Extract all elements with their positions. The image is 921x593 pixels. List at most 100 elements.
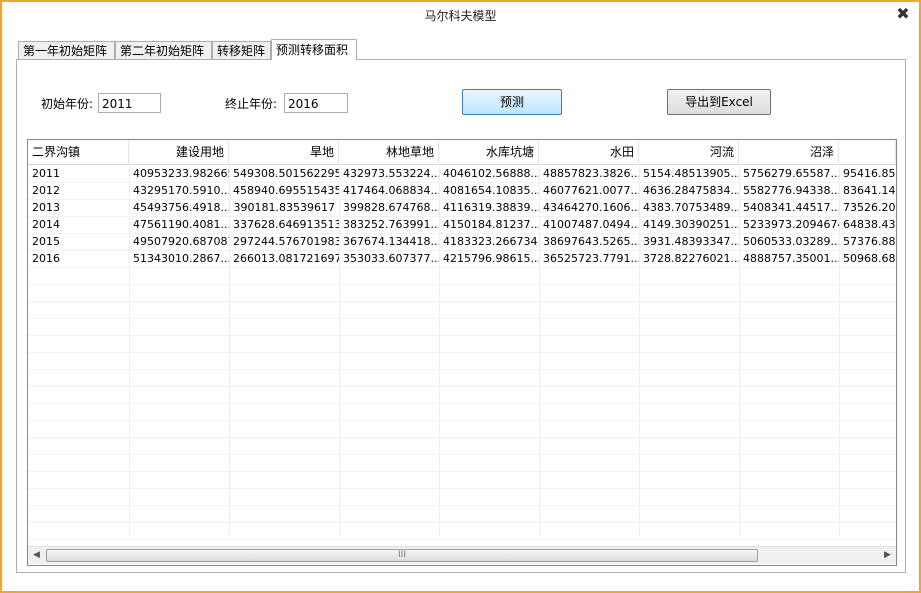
table-cell[interactable]: 43464270.1606... <box>539 199 639 216</box>
table-cell[interactable]: 95416.854 <box>839 165 896 182</box>
table-cell[interactable]: 549308.501562295 <box>229 165 339 182</box>
tab-second-year-matrix[interactable]: 第二年初始矩阵 <box>115 41 212 59</box>
table-row[interactable]: 2012 43295170.5910... 458940.695515435 4174… <box>28 182 896 199</box>
row-divider <box>28 471 896 472</box>
year-cell[interactable]: 2015 <box>28 233 129 250</box>
table-cell[interactable]: 51343010.2867... <box>129 250 229 267</box>
horizontal-scrollbar[interactable]: ◀ III ▶ <box>28 546 896 564</box>
table-cell[interactable]: 3931.48393347... <box>639 233 739 250</box>
table-cell[interactable]: 367674.134418... <box>339 233 439 250</box>
table-cell[interactable]: 5408341.44517... <box>739 199 839 216</box>
results-grid[interactable]: 二界沟镇 建设用地 旱地 林地草地 水库坑塘 水田 河流 沼泽 2011 4095… <box>27 139 897 566</box>
table-cell[interactable]: 50968.689 <box>839 250 896 267</box>
table-row[interactable]: 2016 51343010.2867... 266013.081721697 3530… <box>28 250 896 267</box>
main-window: 马尔科夫模型 ✖ 第一年初始矩阵 第二年初始矩阵 转移矩阵 预测转移面积 初始年… <box>0 0 921 593</box>
column-header[interactable]: 建设用地 <box>129 140 229 164</box>
table-cell[interactable]: 4888757.35001... <box>739 250 839 267</box>
row-divider <box>28 335 896 336</box>
table-cell[interactable]: 297244.576701983 <box>229 233 339 250</box>
table-cell[interactable]: 4636.28475834... <box>639 182 739 199</box>
table-cell[interactable]: 73526.201 <box>839 199 896 216</box>
row-divider <box>28 488 896 489</box>
row-divider <box>28 318 896 319</box>
row-divider <box>28 284 896 285</box>
export-excel-button[interactable]: 导出到Excel <box>667 89 771 115</box>
row-divider <box>28 454 896 455</box>
column-header[interactable]: 林地草地 <box>339 140 439 164</box>
scroll-thumb[interactable]: III <box>46 549 758 562</box>
table-cell[interactable]: 47561190.4081... <box>129 216 229 233</box>
column-header[interactable]: 水库坑塘 <box>439 140 539 164</box>
table-cell[interactable]: 5233973.2094674 <box>739 216 839 233</box>
column-header[interactable]: 沼泽 <box>739 140 839 164</box>
table-cell[interactable]: 266013.081721697 <box>229 250 339 267</box>
year-cell[interactable]: 2014 <box>28 216 129 233</box>
grid-header: 二界沟镇 建设用地 旱地 林地草地 水库坑塘 水田 河流 沼泽 <box>28 140 896 165</box>
column-header[interactable]: 河流 <box>639 140 739 164</box>
table-row[interactable]: 2015 49507920.687087 297244.576701983 36767… <box>28 233 896 250</box>
table-cell[interactable]: 4046102.56888... <box>439 165 539 182</box>
table-cell[interactable]: 43295170.5910... <box>129 182 229 199</box>
year-cell[interactable]: 2012 <box>28 182 129 199</box>
year-cell[interactable]: 2016 <box>28 250 129 267</box>
table-cell[interactable]: 46077621.0077... <box>539 182 639 199</box>
table-cell[interactable]: 458940.695515435 <box>229 182 339 199</box>
year-cell[interactable]: 2011 <box>28 165 129 182</box>
start-year-input[interactable]: 2011 <box>98 93 161 113</box>
table-cell[interactable]: 40953233.982665 <box>129 165 229 182</box>
table-cell[interactable]: 417464.068834... <box>339 182 439 199</box>
scroll-right-icon[interactable]: ▶ <box>879 547 896 564</box>
table-cell[interactable]: 4383.70753489... <box>639 199 739 216</box>
table-cell[interactable]: 432973.553224... <box>339 165 439 182</box>
row-divider <box>28 539 896 540</box>
column-header[interactable] <box>839 140 896 164</box>
predict-button[interactable]: 预测 <box>462 89 562 115</box>
table-cell[interactable]: 4116319.38839... <box>439 199 539 216</box>
tab-panel: 初始年份: 2011 终止年份: 2016 预测 导出到Excel 二界沟镇 建… <box>16 59 906 573</box>
tab-transition-matrix[interactable]: 转移矩阵 <box>212 41 271 59</box>
table-cell[interactable]: 5154.48513905... <box>639 165 739 182</box>
table-cell[interactable]: 4081654.10835... <box>439 182 539 199</box>
table-cell[interactable]: 48857823.3826... <box>539 165 639 182</box>
row-divider <box>28 437 896 438</box>
table-cell[interactable]: 41007487.0494... <box>539 216 639 233</box>
column-header[interactable]: 水田 <box>539 140 639 164</box>
table-cell[interactable]: 57376.882 <box>839 233 896 250</box>
close-icon[interactable]: ✖ <box>893 4 913 24</box>
table-cell[interactable]: 36525723.7791... <box>539 250 639 267</box>
tab-predict-transfer-area[interactable]: 预测转移面积 <box>271 39 357 60</box>
table-cell[interactable]: 4150184.81237... <box>439 216 539 233</box>
year-cell[interactable]: 2013 <box>28 199 129 216</box>
table-cell[interactable]: 5582776.94338... <box>739 182 839 199</box>
table-cell[interactable]: 45493756.4918... <box>129 199 229 216</box>
table-cell[interactable]: 337628.646913513 <box>229 216 339 233</box>
table-row[interactable]: 2014 47561190.4081... 337628.646913513 3832… <box>28 216 896 233</box>
row-divider <box>28 301 896 302</box>
row-divider <box>28 505 896 506</box>
table-cell[interactable]: 353033.607377... <box>339 250 439 267</box>
table-cell[interactable]: 4183323.266734 <box>439 233 539 250</box>
table-cell[interactable]: 5060533.03289... <box>739 233 839 250</box>
table-row[interactable]: 2013 45493756.4918... 390181.83539617 39982… <box>28 199 896 216</box>
table-cell[interactable]: 4215796.98615... <box>439 250 539 267</box>
end-year-input[interactable]: 2016 <box>284 93 348 113</box>
table-cell[interactable]: 83641.140 <box>839 182 896 199</box>
tab-first-year-matrix[interactable]: 第一年初始矩阵 <box>18 41 115 59</box>
table-row[interactable]: 2011 40953233.982665 549308.501562295 43297… <box>28 165 896 182</box>
table-cell[interactable]: 5756279.65587... <box>739 165 839 182</box>
column-header[interactable]: 旱地 <box>229 140 339 164</box>
table-cell[interactable]: 390181.83539617 <box>229 199 339 216</box>
row-divider <box>28 386 896 387</box>
table-cell[interactable]: 383252.763991... <box>339 216 439 233</box>
column-header[interactable]: 二界沟镇 <box>28 140 129 164</box>
scroll-left-icon[interactable]: ◀ <box>28 547 45 564</box>
table-cell[interactable]: 38697643.5265... <box>539 233 639 250</box>
table-cell[interactable]: 399828.674768... <box>339 199 439 216</box>
row-divider <box>28 522 896 523</box>
table-cell[interactable]: 49507920.687087 <box>129 233 229 250</box>
table-cell[interactable]: 3728.82276021... <box>639 250 739 267</box>
table-cell[interactable]: 4149.30390251... <box>639 216 739 233</box>
row-divider <box>28 420 896 421</box>
table-cell[interactable]: 64838.433 <box>839 216 896 233</box>
row-divider <box>28 267 896 268</box>
